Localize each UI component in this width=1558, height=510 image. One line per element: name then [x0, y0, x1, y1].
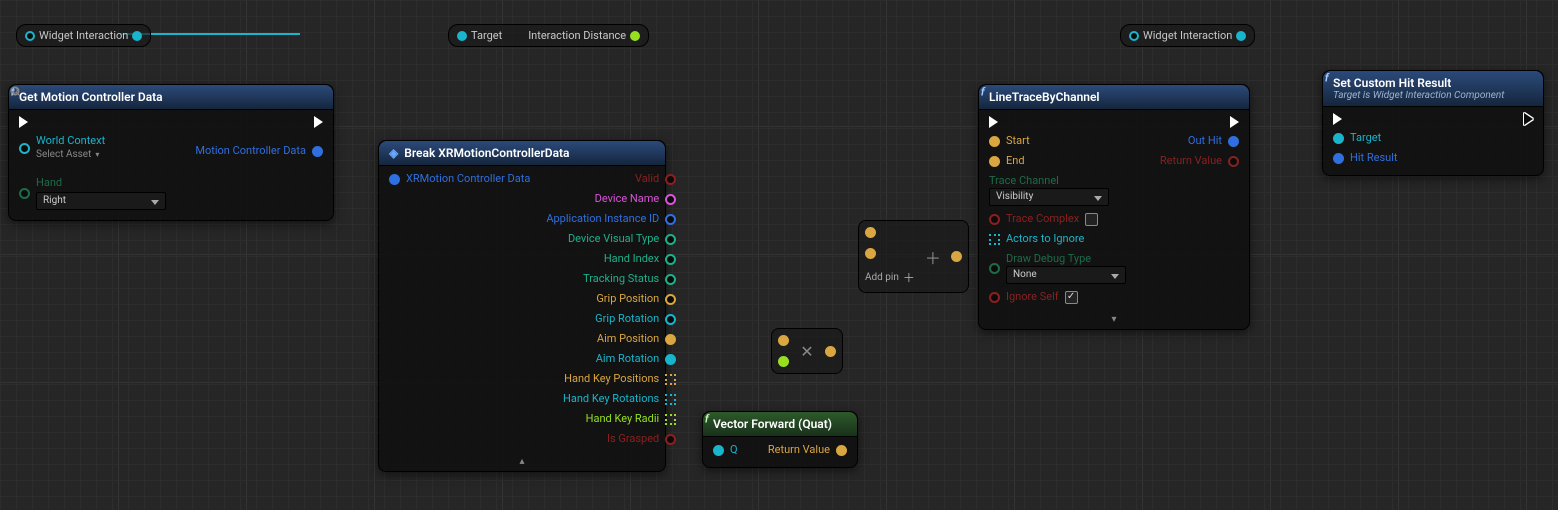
node-header[interactable]: f Get Motion Controller Data — [9, 85, 333, 110]
node-set-custom-hit-result[interactable]: f Set Custom Hit Result Target is Widget… — [1322, 70, 1544, 176]
trace-complex-checkbox[interactable] — [1085, 213, 1098, 226]
pin-out-hit[interactable]: Out Hit — [1188, 134, 1239, 148]
pin-target[interactable]: Target — [1333, 131, 1381, 145]
node-multiply[interactable]: ✕ — [771, 328, 843, 374]
pin-world-context[interactable]: World Context Select Asset▾ — [19, 134, 105, 162]
pin-out[interactable] — [825, 346, 836, 357]
pin-in[interactable] — [25, 31, 35, 41]
node-subtitle: Target is Widget Interaction Component — [1333, 90, 1504, 101]
pin-draw-debug-type[interactable]: Draw Debug Type None — [989, 252, 1126, 284]
pin-grip-position[interactable]: Grip Position — [596, 292, 676, 306]
node-break-xrmotioncontrollerdata[interactable]: ◈ Break XRMotionControllerData XRMotion … — [378, 140, 666, 472]
pin-a[interactable] — [865, 227, 876, 238]
pin-out[interactable] — [951, 251, 962, 262]
node-add[interactable]: Add pin＋ ＋ — [858, 220, 969, 293]
pin-trace-channel[interactable]: Trace Channel Visibility — [989, 174, 1109, 206]
multiply-icon: ✕ — [797, 342, 817, 361]
node-title: LineTraceByChannel — [989, 90, 1100, 104]
pin-is-grasped[interactable]: Is Grasped — [607, 432, 676, 446]
pin-hand[interactable]: Hand Right — [19, 176, 166, 210]
reroute-target-interaction-distance[interactable]: Target Interaction Distance — [448, 24, 649, 47]
pin-tracking-status[interactable]: Tracking Status — [583, 272, 676, 286]
node-title: Get Motion Controller Data — [19, 90, 163, 104]
exec-out[interactable] — [314, 116, 323, 128]
target-label: Target — [471, 29, 502, 42]
pin-out[interactable] — [630, 31, 640, 41]
pin-valid[interactable]: Valid — [635, 172, 676, 186]
node-linetracebychannel[interactable]: f LineTraceByChannel Start End Trace Cha… — [978, 84, 1250, 330]
add-icon: ＋ — [923, 245, 943, 269]
pin-b[interactable] — [778, 356, 789, 367]
pin-actors-to-ignore[interactable]: Actors to Ignore — [989, 232, 1084, 246]
pin-end[interactable]: End — [989, 154, 1025, 168]
exec-in[interactable] — [19, 116, 28, 128]
reroute-label: Widget Interaction — [39, 29, 128, 42]
pin-ignore-self[interactable]: Ignore Self — [989, 290, 1078, 304]
exec-out[interactable] — [1524, 113, 1533, 125]
node-vector-forward-quat[interactable]: f Vector Forward (Quat) Q Return Value — [702, 411, 858, 468]
node-title: Vector Forward (Quat) — [713, 417, 832, 431]
pin-hand-index[interactable]: Hand Index — [604, 252, 676, 266]
pin-a[interactable] — [778, 335, 789, 346]
svg-text:f: f — [1325, 71, 1330, 85]
pin-device-name[interactable]: Device Name — [595, 192, 677, 206]
pin-application-instance-id[interactable]: Application Instance ID — [546, 212, 676, 226]
pin-out[interactable] — [132, 31, 142, 41]
draw-debug-dropdown[interactable]: None — [1006, 266, 1126, 284]
pin-aim-rotation[interactable]: Aim Rotation — [596, 352, 676, 366]
ignore-self-checkbox[interactable] — [1065, 291, 1078, 304]
node-header[interactable]: ◈ Break XRMotionControllerData — [379, 141, 665, 166]
svg-text:f: f — [981, 85, 986, 99]
pin-in[interactable] — [457, 31, 467, 41]
pin-aim-position[interactable]: Aim Position — [597, 332, 676, 346]
add-pin-button[interactable]: Add pin＋ — [865, 269, 915, 286]
pin-in[interactable] — [1129, 31, 1139, 41]
reroute-widget-interaction-2[interactable]: Widget Interaction — [1120, 24, 1255, 47]
pin-trace-complex[interactable]: Trace Complex — [989, 212, 1098, 226]
pin-hand-key-rotations[interactable]: Hand Key Rotations — [563, 392, 676, 406]
node-title: Set Custom Hit Result — [1333, 76, 1451, 90]
pin-device-visual-type[interactable]: Device Visual Type — [568, 232, 676, 246]
exec-in[interactable] — [1333, 113, 1342, 125]
node-get-motion-controller-data[interactable]: f Get Motion Controller Data World Conte… — [8, 84, 334, 221]
exec-in[interactable] — [989, 116, 998, 128]
pin-out[interactable] — [1236, 31, 1246, 41]
pin-grip-rotation[interactable]: Grip Rotation — [595, 312, 676, 326]
node-header[interactable]: f Vector Forward (Quat) — [703, 412, 857, 437]
svg-text:f: f — [705, 412, 710, 426]
pin-hand-key-positions[interactable]: Hand Key Positions — [564, 372, 676, 386]
trace-channel-dropdown[interactable]: Visibility — [989, 188, 1109, 206]
hand-dropdown[interactable]: Right — [36, 192, 166, 210]
pin-hand-key-radii[interactable]: Hand Key Radii — [586, 412, 677, 426]
pin-start[interactable]: Start — [989, 134, 1030, 148]
node-header[interactable]: f Set Custom Hit Result Target is Widget… — [1323, 71, 1543, 107]
pin-return-value[interactable]: Return Value — [1160, 154, 1239, 168]
expand-toggle[interactable]: ▾ — [979, 314, 1249, 329]
pin-q[interactable]: Q — [713, 443, 738, 457]
struct-icon: ◈ — [389, 146, 398, 160]
svg-text:f: f — [11, 85, 16, 99]
expand-toggle[interactable]: ▴ — [379, 456, 665, 471]
asset-picker[interactable]: Select Asset▾ — [36, 148, 105, 162]
node-header[interactable]: f LineTraceByChannel — [979, 85, 1249, 110]
pin-b[interactable] — [865, 248, 876, 259]
reroute-label: Widget Interaction — [1143, 29, 1232, 42]
pin-return-value[interactable]: Return Value — [768, 443, 847, 457]
exec-out[interactable] — [1230, 116, 1239, 128]
pin-hit-result[interactable]: Hit Result — [1333, 151, 1397, 165]
reroute-widget-interaction-1[interactable]: Widget Interaction — [16, 24, 151, 47]
pin-motion-controller-data[interactable]: Motion Controller Data — [195, 144, 323, 158]
pin-xrmotion-controller-data[interactable]: XRMotion Controller Data — [389, 172, 530, 186]
node-title: Break XRMotionControllerData — [404, 146, 569, 160]
interaction-distance-label: Interaction Distance — [528, 29, 626, 42]
